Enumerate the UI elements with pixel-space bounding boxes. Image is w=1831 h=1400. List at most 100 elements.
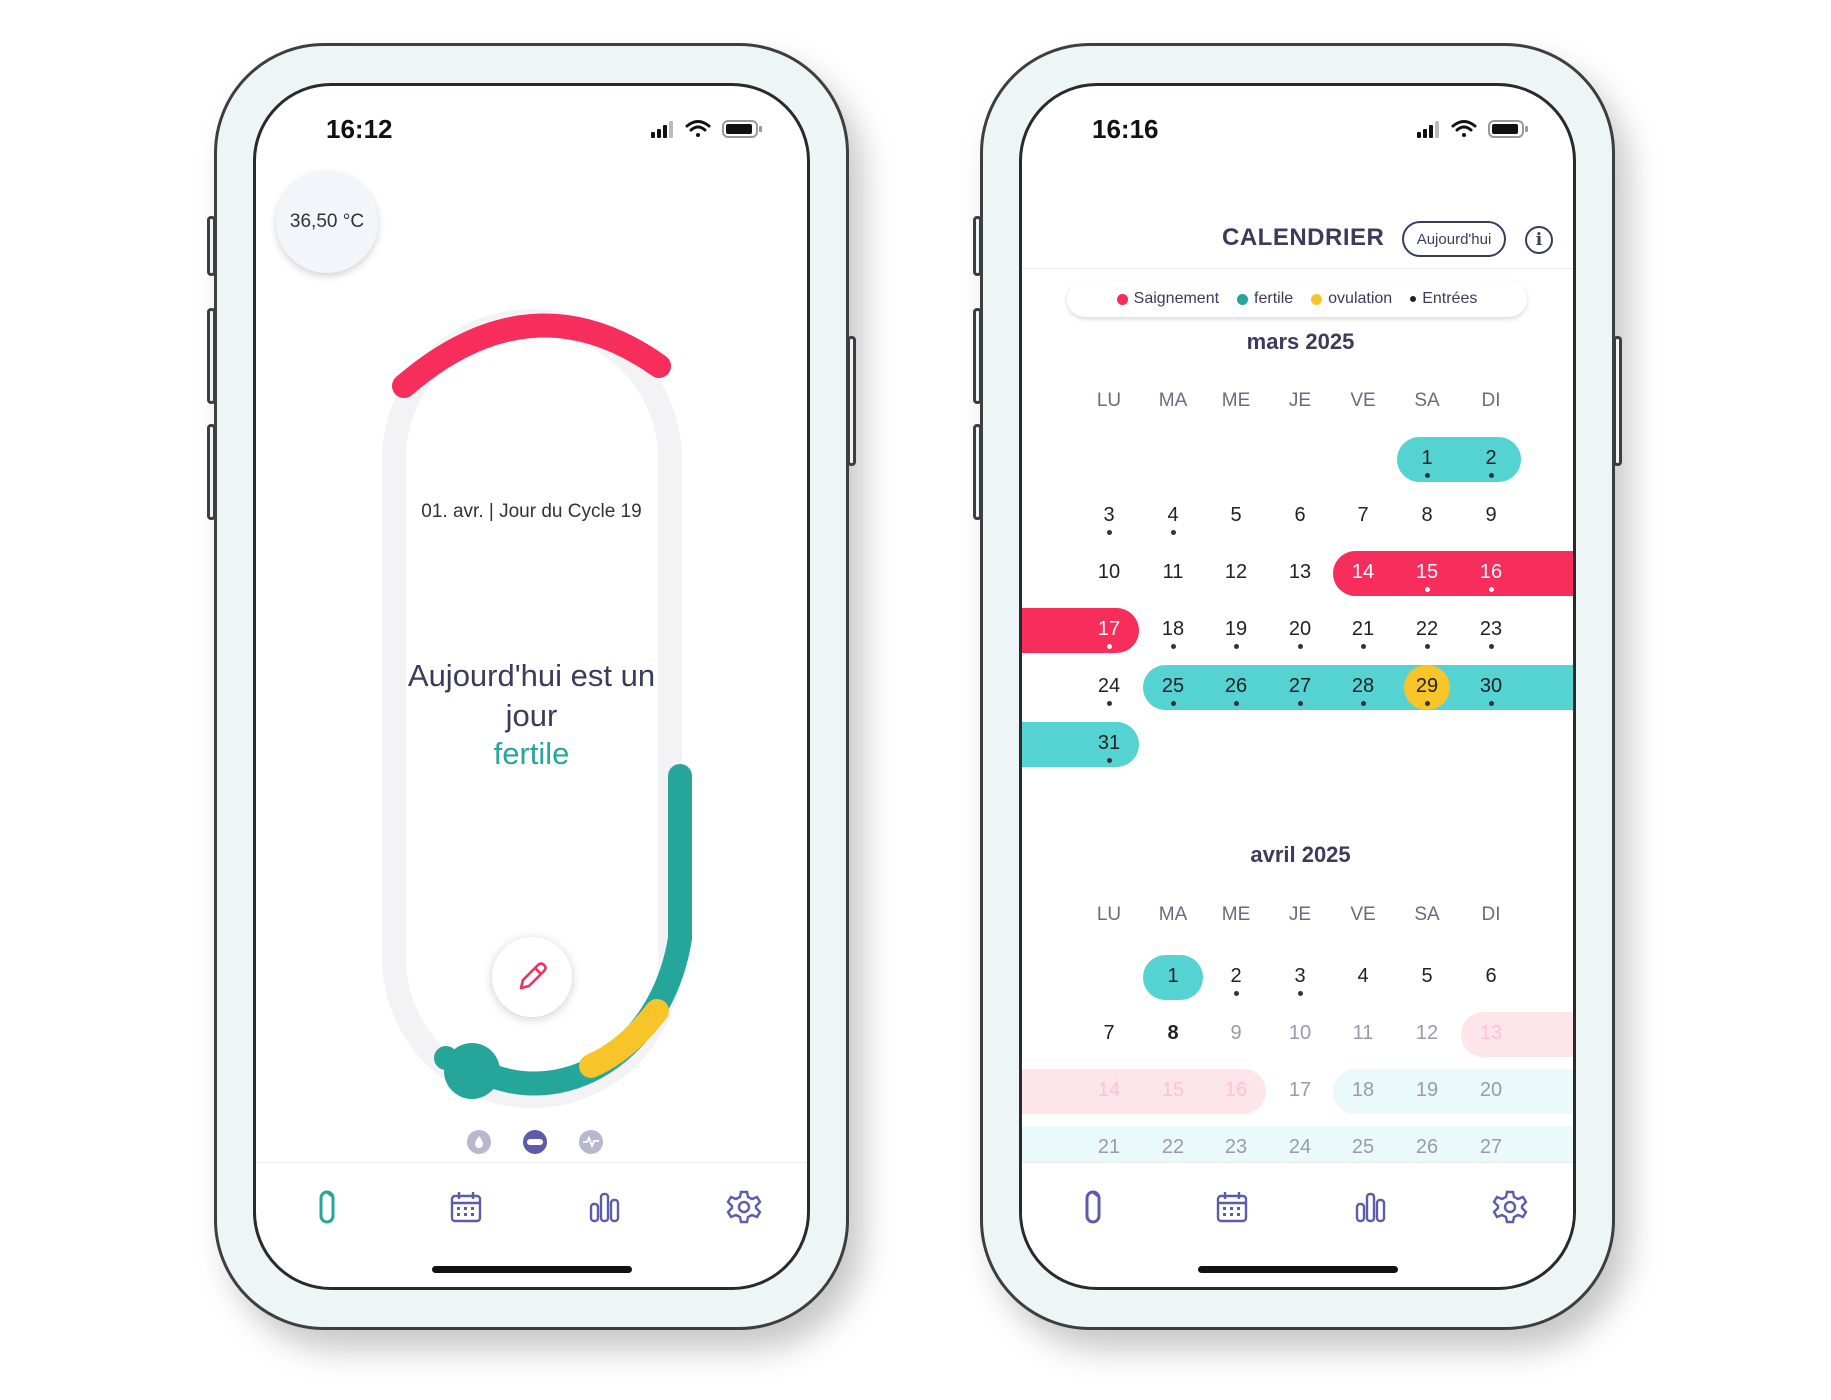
calendar-day[interactable]: 12: [1206, 551, 1266, 596]
day-number: 3: [1103, 504, 1115, 526]
month-title: mars 2025: [1246, 329, 1355, 354]
calendar-day[interactable]: 20: [1461, 1069, 1521, 1114]
calendar-day[interactable]: 31: [1079, 722, 1139, 767]
calendar-day[interactable]: 1: [1397, 437, 1457, 482]
calendar-day[interactable]: 12: [1397, 1012, 1457, 1057]
edit-button[interactable]: [492, 937, 572, 1017]
calendar-day[interactable]: 11: [1143, 551, 1203, 596]
entry-dot: [1489, 644, 1494, 649]
calendar-day[interactable]: 23: [1461, 608, 1521, 653]
calendar-day[interactable]: 27: [1270, 665, 1330, 710]
day-number: 17: [1097, 618, 1121, 640]
side-button: [847, 336, 856, 466]
calendar-day[interactable]: 16: [1461, 551, 1521, 596]
entry-dot: [1489, 473, 1494, 478]
calendar-day[interactable]: 19: [1397, 1069, 1457, 1114]
day-number: 24: [1097, 675, 1121, 697]
calendar-day[interactable]: 8: [1397, 494, 1457, 539]
day-number: 16: [1479, 561, 1503, 583]
calendar-day[interactable]: 15: [1143, 1069, 1203, 1114]
calendar-day[interactable]: 7: [1079, 1012, 1139, 1057]
calendar-day[interactable]: 11: [1333, 1012, 1393, 1057]
tab-settings[interactable]: [1478, 1179, 1542, 1235]
entry-dot: [1425, 587, 1430, 592]
calendar-day[interactable]: 29: [1397, 665, 1457, 710]
weekday-label: SA: [1414, 390, 1440, 411]
phone-frame-right: 16:16 CALENDRIER Aujourd'hui i Saignemen…: [973, 43, 1622, 1330]
calendar-day[interactable]: 23: [1206, 1126, 1266, 1162]
day-number: 6: [1485, 965, 1497, 987]
calendar-day[interactable]: 20: [1270, 608, 1330, 653]
weekday-label: LU: [1096, 390, 1122, 411]
day-number: 9: [1485, 504, 1497, 526]
calendar-day[interactable]: 24: [1079, 665, 1139, 710]
entry-dot: [1425, 701, 1430, 706]
calendar-day[interactable]: 15: [1397, 551, 1457, 596]
calendar-day[interactable]: 19: [1206, 608, 1266, 653]
tab-calendar[interactable]: [434, 1179, 498, 1235]
calendar-day[interactable]: 8: [1143, 1012, 1203, 1057]
calendar-day[interactable]: 30: [1461, 665, 1521, 710]
calendar-day[interactable]: 3: [1079, 494, 1139, 539]
calendar-day[interactable]: 5: [1397, 955, 1457, 1000]
drop-icon[interactable]: [467, 1130, 491, 1154]
tab-bar: [256, 1179, 807, 1239]
pill-icon[interactable]: [523, 1130, 547, 1154]
calendar-day[interactable]: 13: [1270, 551, 1330, 596]
calendar-day[interactable]: 26: [1397, 1126, 1457, 1162]
calendar-day[interactable]: 5: [1206, 494, 1266, 539]
tab-settings[interactable]: [712, 1179, 776, 1235]
day-number: 15: [1161, 1079, 1185, 1101]
day-number: 22: [1161, 1136, 1185, 1158]
calendar-day[interactable]: 26: [1206, 665, 1266, 710]
tab-stats[interactable]: [573, 1179, 637, 1235]
bleeding-arc: [392, 313, 671, 398]
day-number: 12: [1415, 1022, 1439, 1044]
calendar-day[interactable]: 6: [1461, 955, 1521, 1000]
calendar-day[interactable]: 4: [1333, 955, 1393, 1000]
calendar-day[interactable]: 9: [1461, 494, 1521, 539]
pulse-icon[interactable]: [579, 1130, 603, 1154]
day-number: 21: [1351, 618, 1375, 640]
tab-calendar[interactable]: [1200, 1179, 1264, 1235]
entry-dot: [1425, 644, 1430, 649]
calendar-day[interactable]: 16: [1206, 1069, 1266, 1114]
calendar-day[interactable]: 9: [1206, 1012, 1266, 1057]
calendar-day[interactable]: 2: [1461, 437, 1521, 482]
tab-stats[interactable]: [1339, 1179, 1403, 1235]
tab-cycle[interactable]: [295, 1179, 359, 1235]
calendar-day[interactable]: 22: [1143, 1126, 1203, 1162]
day-number: 16: [1224, 1079, 1248, 1101]
tab-cycle[interactable]: [1061, 1179, 1125, 1235]
calendar-day[interactable]: 18: [1333, 1069, 1393, 1114]
side-button: [207, 216, 216, 276]
day-number: 18: [1161, 618, 1185, 640]
calendar-day[interactable]: 21: [1079, 1126, 1139, 1162]
calendar-day[interactable]: 25: [1143, 665, 1203, 710]
calendar-day[interactable]: 14: [1079, 1069, 1139, 1114]
day-number: 13: [1479, 1022, 1503, 1044]
day-number: 5: [1421, 965, 1433, 987]
calendar-day[interactable]: 17: [1270, 1069, 1330, 1114]
calendar-day[interactable]: 13: [1461, 1012, 1521, 1057]
calendar-day[interactable]: 25: [1333, 1126, 1393, 1162]
day-number: 4: [1357, 965, 1369, 987]
day-number: 23: [1224, 1136, 1248, 1158]
calendar-day[interactable]: 10: [1270, 1012, 1330, 1057]
calendar-day[interactable]: 24: [1270, 1126, 1330, 1162]
calendar-day[interactable]: 14: [1333, 551, 1393, 596]
calendar-day[interactable]: 4: [1143, 494, 1203, 539]
calendar-day[interactable]: 18: [1143, 608, 1203, 653]
calendar-day[interactable]: 27: [1461, 1126, 1521, 1162]
calendar-day[interactable]: 17: [1079, 608, 1139, 653]
calendar-day[interactable]: 2: [1206, 955, 1266, 1000]
calendar-day[interactable]: 21: [1333, 608, 1393, 653]
calendar-day[interactable]: 10: [1079, 551, 1139, 596]
calendar-day[interactable]: 7: [1333, 494, 1393, 539]
calendar-day[interactable]: 6: [1270, 494, 1330, 539]
calendar-day[interactable]: 1: [1143, 955, 1203, 1000]
day-number: 8: [1421, 504, 1433, 526]
calendar-day[interactable]: 3: [1270, 955, 1330, 1000]
calendar-day[interactable]: 22: [1397, 608, 1457, 653]
calendar-day[interactable]: 28: [1333, 665, 1393, 710]
